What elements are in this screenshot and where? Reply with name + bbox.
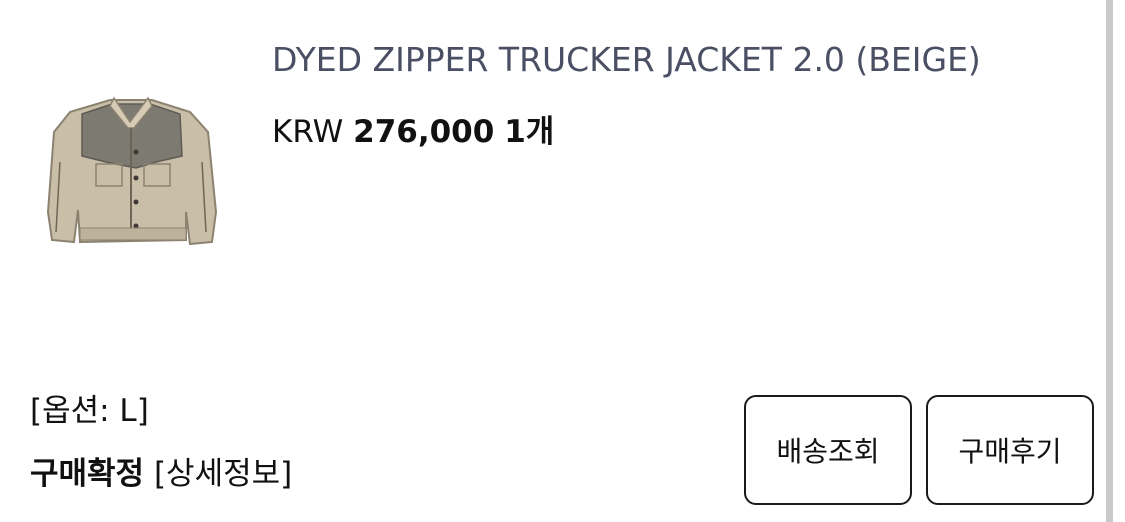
price-amount: 276,000 [353,114,495,150]
price-currency: KRW [272,114,344,150]
price-line: KRW 276,000 1개 [272,106,554,151]
order-status-line: 구매확정 [상세정보] [30,448,292,493]
order-status: 구매확정 [30,456,145,492]
product-name[interactable]: DYED ZIPPER TRUCKER JACKET 2.0 (BEIGE) [272,40,981,79]
option-text: [옵션: L] [30,393,149,429]
track-shipment-button[interactable]: 배송조회 [744,395,912,505]
scrollbar[interactable] [1106,0,1113,522]
order-item-card: DYED ZIPPER TRUCKER JACKET 2.0 (BEIGE) K… [0,0,1104,522]
write-review-button[interactable]: 구매후기 [926,395,1094,505]
product-thumbnail[interactable] [40,92,222,257]
order-quantity: 1개 [504,114,555,150]
detail-info-link[interactable]: [상세정보] [154,456,292,492]
